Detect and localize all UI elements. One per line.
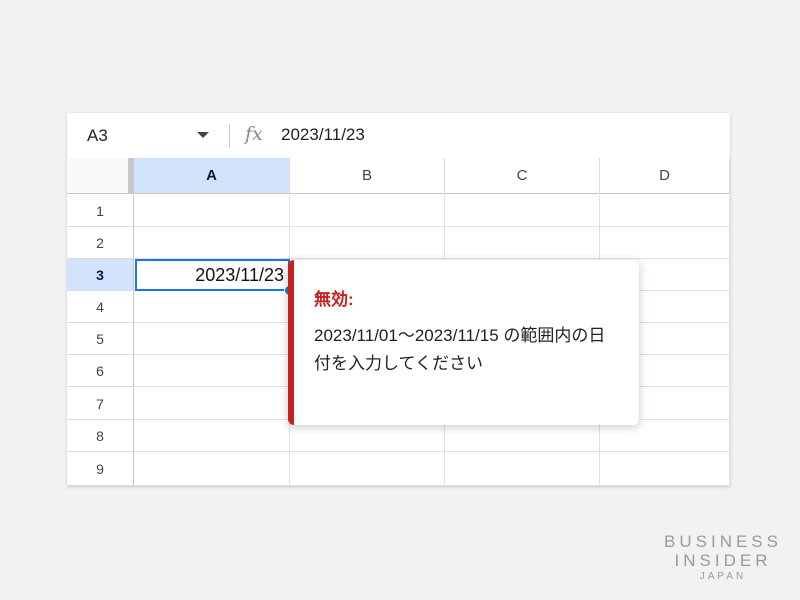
cell-c9[interactable] [445, 452, 600, 486]
column-header-c[interactable]: C [445, 158, 600, 194]
formula-bar: A3 fx 2023/11/23 [67, 113, 730, 159]
validation-error-popup: 無効: 2023/11/01〜2023/11/15 の範囲内の日付を入力してくだ… [288, 260, 639, 425]
cell-c2[interactable] [445, 227, 600, 259]
formula-bar-divider [229, 124, 230, 148]
row-header-2[interactable]: 2 [67, 227, 134, 259]
cell-b2[interactable] [290, 227, 445, 259]
column-header-d[interactable]: D [600, 158, 730, 194]
row-header-6[interactable]: 6 [67, 355, 134, 387]
cell-a7[interactable] [134, 388, 290, 420]
logo-line-1: BUSINESS [664, 532, 782, 551]
row-header-4[interactable]: 4 [67, 291, 134, 323]
row-header-7[interactable]: 7 [67, 388, 134, 420]
row-header-1[interactable]: 1 [67, 195, 134, 227]
fx-icon: fx [245, 123, 263, 145]
select-all-corner[interactable] [67, 158, 134, 194]
row-header-8[interactable]: 8 [67, 420, 134, 452]
cell-a1[interactable] [134, 195, 290, 227]
cell-d1[interactable] [600, 195, 730, 227]
row-header-3[interactable]: 3 [67, 259, 134, 291]
active-cell-a3[interactable]: 2023/11/23 [135, 259, 290, 291]
name-box-value: A3 [87, 125, 108, 145]
cell-d2[interactable] [600, 227, 730, 259]
dropdown-arrow-icon[interactable] [197, 132, 209, 138]
cell-a6[interactable] [134, 355, 290, 387]
cell-b1[interactable] [290, 195, 445, 227]
column-header-b[interactable]: B [290, 158, 445, 194]
popup-title: 無効: [314, 290, 354, 309]
cell-b9[interactable] [290, 452, 445, 486]
cell-a9[interactable] [134, 452, 290, 486]
cell-a5[interactable] [134, 323, 290, 355]
row-header-9[interactable]: 9 [67, 452, 134, 486]
column-header-a[interactable]: A [134, 158, 290, 194]
popup-message: 2023/11/01〜2023/11/15 の範囲内の日付を入力してください [314, 326, 606, 373]
cell-a8[interactable] [134, 420, 290, 452]
formula-input[interactable]: 2023/11/23 [281, 125, 365, 145]
logo-line-2: INSIDER [674, 551, 772, 570]
row-header-5[interactable]: 5 [67, 323, 134, 355]
logo-line-3: JAPAN [699, 571, 747, 582]
cell-c1[interactable] [445, 195, 600, 227]
cell-a4[interactable] [134, 291, 290, 323]
name-box[interactable]: A3 [67, 113, 227, 158]
cell-a2[interactable] [134, 227, 290, 259]
business-insider-logo: BUSINESS INSIDER JAPAN [664, 532, 782, 584]
cell-d9[interactable] [600, 452, 730, 486]
